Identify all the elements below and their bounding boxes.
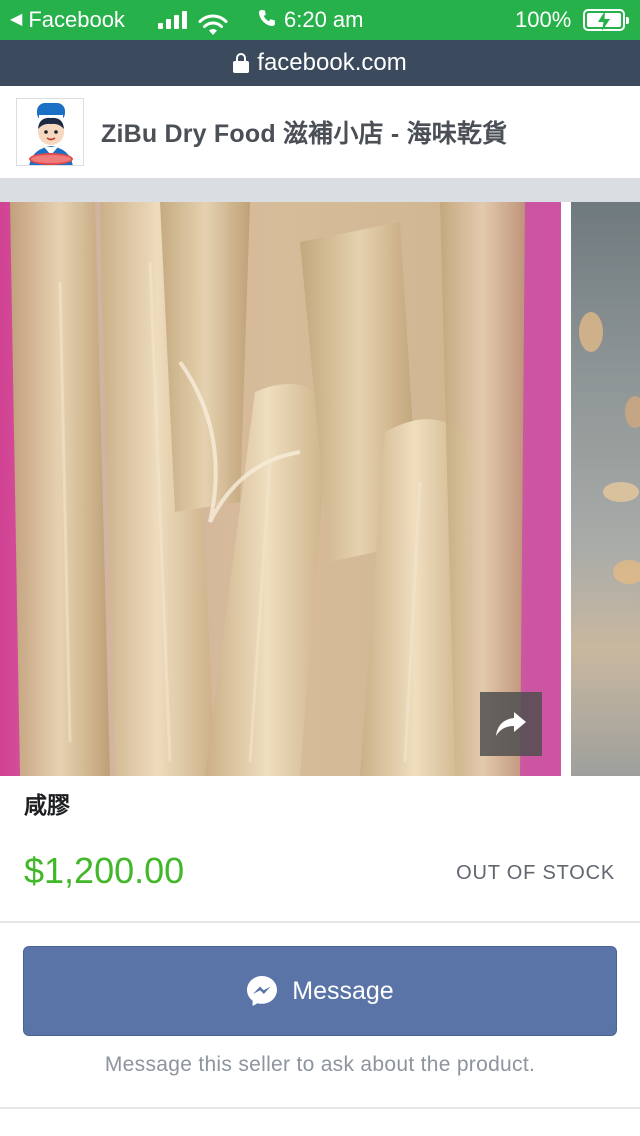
page-avatar[interactable] <box>16 98 84 166</box>
divider-band <box>0 178 640 202</box>
browser-url-bar[interactable]: facebook.com <box>0 40 640 86</box>
divider <box>0 1107 640 1109</box>
status-bar: ◀ Facebook 6:20 am 100% <box>0 0 640 40</box>
stock-status: OUT OF STOCK <box>456 862 615 884</box>
messenger-icon <box>247 976 278 1006</box>
product-price: $1,200.00 <box>24 850 185 891</box>
cellular-signal-icon <box>158 11 187 29</box>
wifi-icon <box>198 9 228 35</box>
share-icon <box>496 712 526 736</box>
page-header: ZiBu Dry Food 滋補小店 - 海味乾貨 <box>0 86 640 178</box>
product-photo-gallery[interactable] <box>0 202 640 776</box>
chef-logo-icon <box>17 99 83 165</box>
product-photo-main[interactable] <box>0 202 561 776</box>
message-button-label: Message <box>292 976 394 1005</box>
product-photo-next[interactable] <box>571 202 640 776</box>
divider <box>0 921 640 923</box>
back-to-app-button[interactable]: ◀ Facebook <box>10 0 125 40</box>
back-app-label: Facebook <box>28 7 125 32</box>
battery-percent: 100% <box>515 7 572 32</box>
time-label: 6:20 am <box>284 7 364 32</box>
battery-charging-icon <box>583 9 629 31</box>
back-arrow-icon: ◀ <box>10 11 23 28</box>
url-text: facebook.com <box>257 49 407 76</box>
message-seller-button[interactable]: Message <box>23 946 617 1036</box>
message-helper-text: Message this seller to ask about the pro… <box>104 1053 536 1076</box>
second-photo-preview <box>579 312 640 584</box>
lock-icon <box>233 53 250 73</box>
fish-maw-photo <box>0 202 561 776</box>
share-button[interactable] <box>480 692 542 756</box>
product-title: 咸膠 <box>24 793 70 819</box>
phone-icon <box>258 0 276 40</box>
status-time: 6:20 am <box>258 0 364 40</box>
page-name[interactable]: ZiBu Dry Food 滋補小店 - 海味乾貨 <box>101 114 507 150</box>
